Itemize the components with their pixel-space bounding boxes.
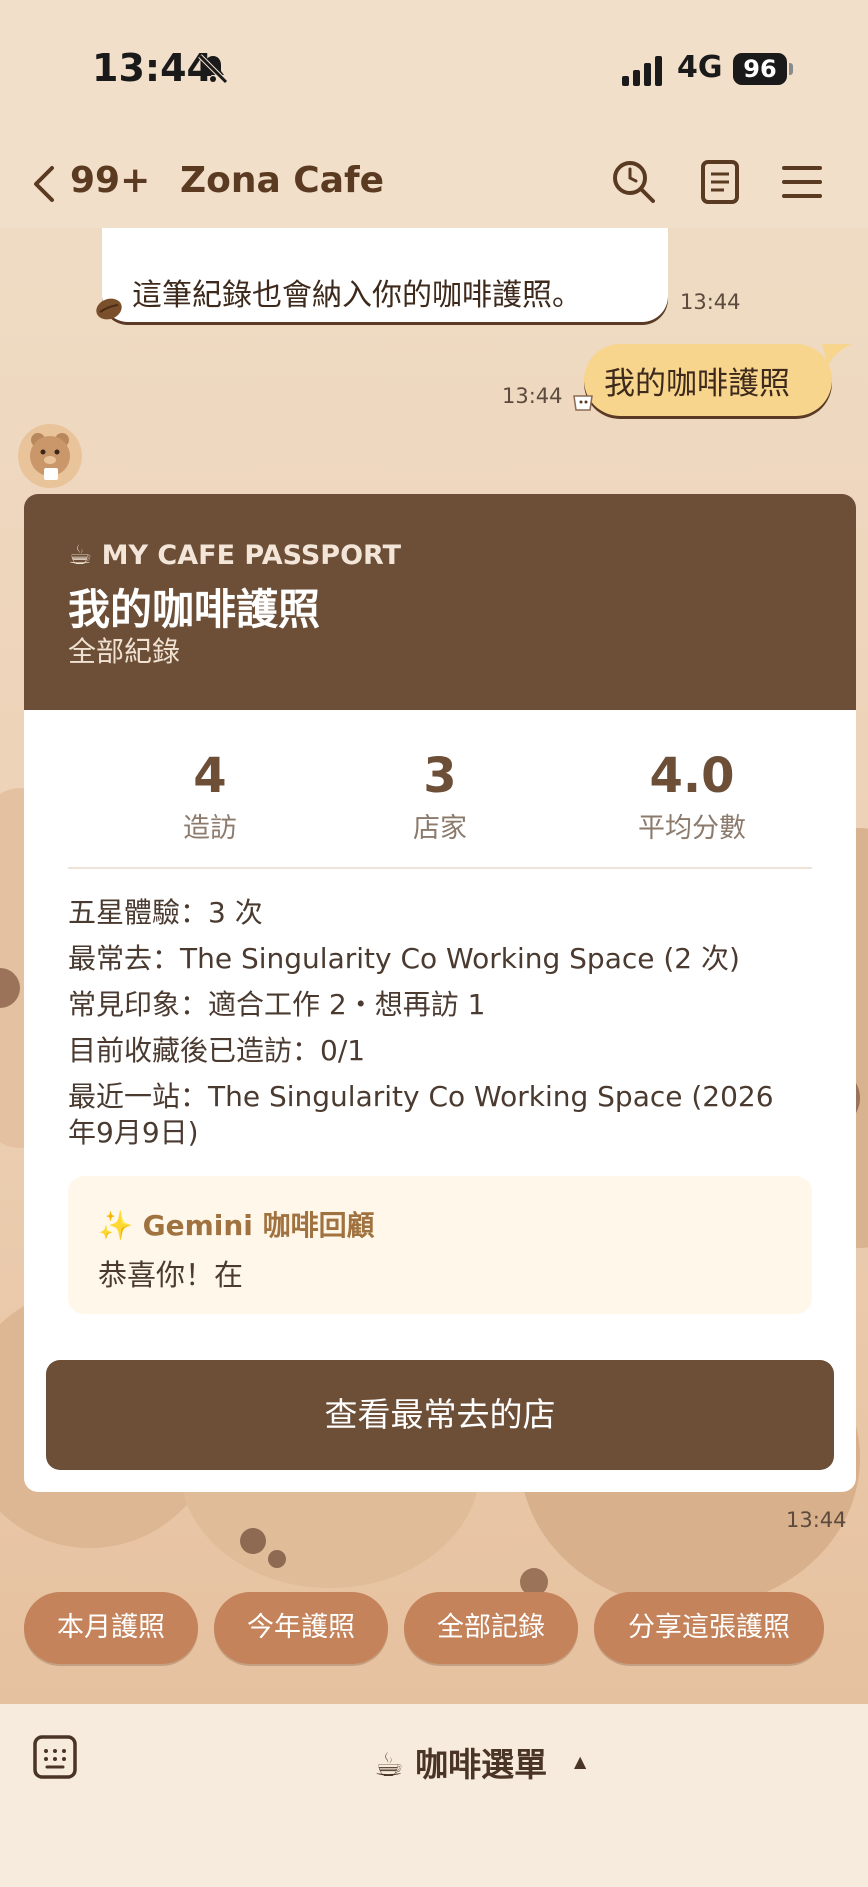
- incoming-message-text: 這筆紀錄也會納入你的咖啡護照。: [132, 278, 582, 313]
- stat-visits: 4 造訪: [80, 750, 340, 845]
- detail-saved-visited: 目前收藏後已造訪：0/1: [68, 1034, 366, 1067]
- unread-count[interactable]: 99+: [70, 160, 150, 201]
- coffee-menu-toggle[interactable]: ☕ 咖啡選單: [374, 1738, 547, 1786]
- stat-average-value: 4.0: [649, 748, 735, 804]
- keyboard-icon[interactable]: [32, 1734, 78, 1780]
- bear-avatar-icon: [30, 433, 70, 480]
- incoming-message-bubble: 這筆紀錄也會納入你的咖啡護照。: [102, 228, 668, 322]
- detail-five-star: 五星體驗：3 次: [68, 896, 263, 929]
- stat-visits-value: 4: [193, 748, 227, 804]
- outgoing-timestamp: 13:44: [502, 384, 563, 408]
- incoming-timestamp: 13:44: [680, 290, 741, 314]
- outgoing-message-text: 我的咖啡護照: [604, 366, 790, 402]
- stats-divider: [68, 867, 812, 869]
- battery-tip: [789, 63, 793, 75]
- quick-reply-monthly[interactable]: 本月護照: [24, 1592, 198, 1664]
- stat-average: 4.0 平均分數: [562, 750, 822, 845]
- menu-icon[interactable]: [778, 158, 826, 206]
- gemini-review-box: ✨ Gemini 咖啡回顧 恭喜你！在: [68, 1176, 812, 1314]
- detail-latest-stop-cont: 年9月9日): [68, 1116, 199, 1149]
- quick-reply-share[interactable]: 分享這張護照: [594, 1592, 824, 1664]
- network-type: 4G: [677, 50, 723, 85]
- passport-subtitle: 全部紀錄: [68, 635, 181, 668]
- detail-latest-stop: 最近一站：The Singularity Co Working Space (2…: [68, 1080, 774, 1113]
- coffee-bean-icon: [96, 298, 122, 320]
- outgoing-message-bubble: 我的咖啡護照: [584, 344, 832, 416]
- stat-shops-value: 3: [423, 748, 457, 804]
- stat-shops: 3 店家: [310, 750, 570, 845]
- passport-card: ☕ MY CAFE PASSPORT 我的咖啡護照 全部紀錄 4 造訪 3 店家…: [24, 494, 856, 1492]
- detail-impressions: 常見印象：適合工作 2・想再訪 1: [68, 988, 486, 1021]
- passport-eyebrow: ☕ MY CAFE PASSPORT: [68, 540, 402, 571]
- card-timestamp: 13:44: [786, 1508, 847, 1532]
- signal-icon: [622, 56, 662, 86]
- back-chevron-icon[interactable]: [28, 162, 60, 206]
- chat-title: Zona Cafe: [180, 160, 385, 201]
- gemini-review-text: 恭喜你！在: [98, 1258, 244, 1292]
- rich-menu-bar: ☕ 咖啡選單 ▲: [0, 1704, 868, 1887]
- quick-reply-all-records[interactable]: 全部記錄: [404, 1592, 578, 1664]
- stat-visits-label: 造訪: [183, 813, 237, 844]
- caret-up-icon[interactable]: ▲: [574, 1752, 586, 1771]
- coffee-cup-icon: [573, 395, 593, 411]
- status-bar: 13:44 4G 96: [0, 0, 868, 140]
- chat-header: 99+ Zona Cafe: [0, 140, 868, 228]
- stat-average-label: 平均分數: [638, 813, 746, 844]
- quick-reply-yearly[interactable]: 今年護照: [214, 1592, 388, 1664]
- stat-shops-label: 店家: [413, 813, 467, 844]
- battery-icon: 96: [733, 53, 787, 85]
- gemini-review-title: ✨ Gemini 咖啡回顧: [98, 1209, 375, 1242]
- detail-most-visited: 最常去：The Singularity Co Working Space (2 …: [68, 942, 740, 975]
- search-icon[interactable]: [610, 158, 658, 206]
- status-time: 13:44: [92, 46, 213, 90]
- passport-title: 我的咖啡護照: [68, 585, 321, 634]
- avatar[interactable]: [18, 424, 82, 488]
- notes-icon[interactable]: [696, 158, 744, 206]
- silent-bell-icon: [198, 54, 228, 84]
- view-favorite-shop-button[interactable]: 查看最常去的店: [46, 1360, 834, 1470]
- passport-card-header: ☕ MY CAFE PASSPORT 我的咖啡護照 全部紀錄: [24, 494, 856, 710]
